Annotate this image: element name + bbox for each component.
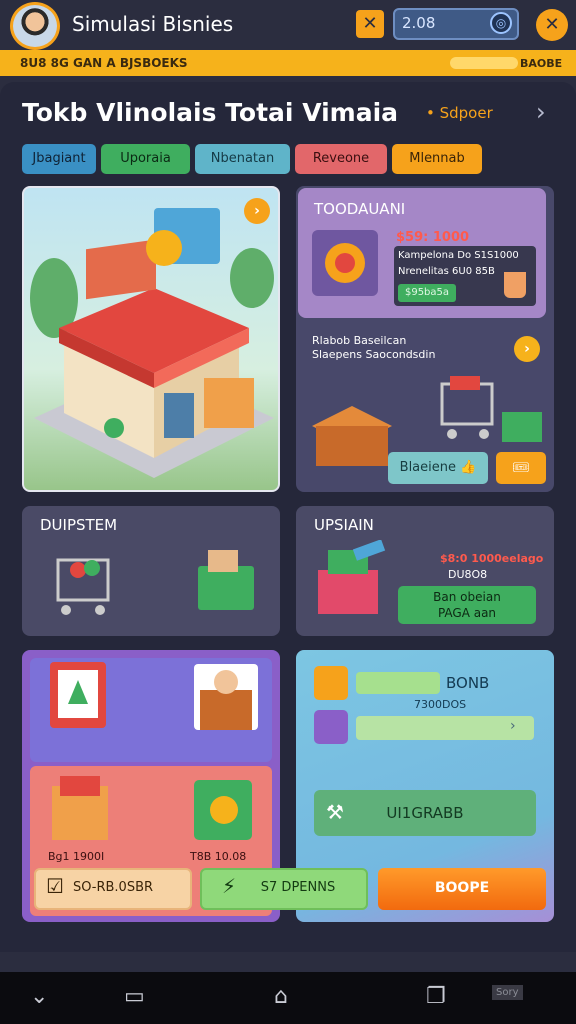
dispatch-title: DUIPSTEM: [40, 516, 118, 534]
sort-button-label: SO-RB.0SBR: [72, 880, 154, 895]
item-price-2: T8B 10.08: [190, 850, 247, 863]
product-value-badge: $95ba5a: [398, 284, 456, 302]
stall-illustration: [314, 539, 394, 624]
shop-illustration-card[interactable]: [22, 186, 280, 492]
boost-icon: [314, 710, 348, 744]
boost-progress-bar[interactable]: [356, 716, 534, 740]
tab-5[interactable]: Mlennab: [392, 144, 482, 174]
ticket-button[interactable]: 🎟: [496, 452, 546, 484]
chevron-right-icon[interactable]: ›: [510, 718, 516, 734]
upgrade-card-price: $8:0 1000eelago: [440, 552, 544, 565]
upgrade-card-button-line-2: PAGA aan: [437, 606, 497, 620]
store-tag[interactable]: • Sdpoer: [426, 104, 493, 122]
upgrade-card-button-line-1: Ban obeian: [433, 590, 501, 604]
notice-text: 8U8 8G GAN A BJSBOEKS: [20, 56, 188, 70]
upgrade-card-sub: DU8O8: [448, 568, 488, 581]
notice-right-text: BAOBE: [520, 57, 563, 70]
bonus-value: 7300DOS: [414, 698, 467, 711]
item-price-1: Bg1 1900I: [48, 850, 105, 863]
chevron-right-icon[interactable]: ›: [536, 98, 546, 126]
recents-icon[interactable]: ▭: [124, 984, 145, 1009]
cup-icon: [504, 272, 526, 298]
bonus-label: BONB: [446, 674, 490, 692]
items-bottom-illustration: [48, 772, 268, 852]
tab-1[interactable]: Jbagiant: [22, 144, 96, 174]
coin-icon[interactable]: ◎: [490, 12, 512, 34]
product-desc-line-1: Rlabob Baseilcan: [312, 334, 407, 347]
product-info-line-2: Nrenelitas 6U0 85B: [398, 266, 495, 277]
coin-balance: 2.08: [402, 14, 436, 32]
open-button-label: S7 DPENNS: [260, 880, 336, 895]
product-action-button[interactable]: Blaeiene 👍: [388, 452, 488, 484]
windows-icon[interactable]: ❐: [426, 984, 446, 1009]
thumbs-up-icon: 👍: [460, 460, 477, 475]
tab-4[interactable]: Reveone: [295, 144, 387, 174]
product-info-button[interactable]: ›: [514, 336, 540, 362]
page-title: Tokb Vlinolais Totai Vimaia: [22, 98, 399, 127]
bonus-progress-bar: [356, 672, 440, 694]
cart-illustration: [48, 540, 268, 634]
app-title: Simulasi Bisnies: [72, 12, 234, 36]
avatar[interactable]: [10, 2, 60, 50]
upgrade-button-label: UI1GRABB: [386, 804, 464, 822]
watermark: Sory: [492, 985, 523, 1000]
home-icon[interactable]: ⌂: [274, 984, 288, 1009]
close-button[interactable]: ✕: [536, 9, 568, 41]
bonus-icon: [314, 666, 348, 700]
notice-progress-bar: [450, 57, 518, 69]
shop-button-label: BOOPE: [434, 880, 490, 896]
product-title: TOODAUANI: [314, 200, 406, 218]
tab-2[interactable]: Uporaia: [101, 144, 190, 174]
shop-info-button[interactable]: ›: [244, 198, 270, 224]
chevron-down-icon[interactable]: ⌄: [30, 984, 48, 1009]
upgrade-card-title: UPSIAIN: [314, 516, 374, 534]
items-top-illustration: [48, 660, 268, 754]
product-price: $59: 1000: [396, 230, 470, 245]
product-desc-line-2: Slaepens Saocondsdin: [312, 348, 436, 361]
system-nav-bar: [0, 972, 576, 1024]
gear-icon: [312, 230, 378, 296]
shop-illustration: [30, 208, 274, 478]
tab-3[interactable]: Nbenatan: [195, 144, 290, 174]
tools-icon[interactable]: ✕: [356, 10, 384, 38]
product-info-line-1: Kampelona Do S1S1000: [398, 250, 519, 261]
